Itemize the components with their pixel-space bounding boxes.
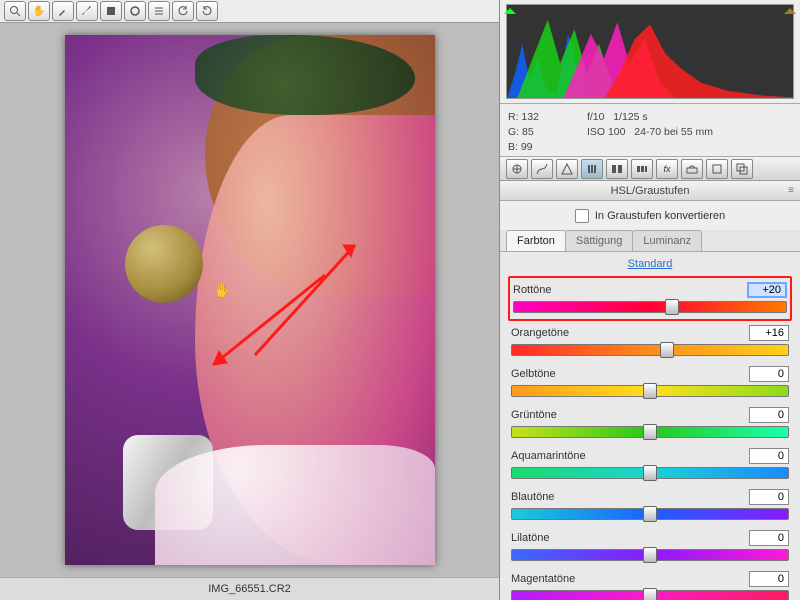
slider-track[interactable]	[511, 508, 789, 520]
square-icon[interactable]	[100, 1, 122, 21]
slider-thumb[interactable]	[643, 588, 657, 600]
histogram[interactable]	[500, 0, 800, 104]
meta-lens: 24-70 bei 55 mm	[634, 126, 713, 138]
slider-track[interactable]	[511, 385, 789, 397]
slider-list: Rottöne Orangetöne Gelbtöne Grüntöne Aquamar…	[500, 276, 800, 600]
highlight-clip-icon[interactable]	[784, 2, 796, 14]
meta-iso: ISO 100	[587, 126, 626, 138]
convert-grayscale-row[interactable]: In Graustufen konvertieren	[500, 201, 800, 230]
hand-icon[interactable]: ✋	[28, 1, 50, 21]
slider-label: Grüntöne	[511, 409, 557, 421]
basic-panel-icon[interactable]	[506, 159, 528, 179]
rotate-ccw-icon[interactable]	[172, 1, 194, 21]
filename-bar: IMG_66551.CR2	[0, 577, 499, 600]
lens-panel-icon[interactable]	[631, 159, 653, 179]
slider-thumb[interactable]	[643, 506, 657, 522]
hand-cursor-icon: ✋	[214, 282, 231, 299]
tab-luminance[interactable]: Luminanz	[632, 230, 702, 251]
slider-thumb[interactable]	[643, 547, 657, 563]
brush-icon[interactable]	[76, 1, 98, 21]
annotation-arrow-icon	[185, 235, 365, 385]
grayscale-label: In Graustufen konvertieren	[595, 210, 725, 222]
circle-icon[interactable]	[124, 1, 146, 21]
panel-title: HSL/Graustufen ≡	[500, 181, 800, 201]
slider-value-input[interactable]	[749, 407, 789, 423]
snapshot-panel-icon[interactable]	[731, 159, 753, 179]
slider-track[interactable]	[513, 301, 787, 313]
top-toolbar: ✋	[0, 0, 499, 23]
slider-label: Magentatöne	[511, 573, 575, 585]
slider-value-input[interactable]	[747, 282, 787, 298]
hsl-panel-icon[interactable]	[581, 159, 603, 179]
slider-track[interactable]	[511, 426, 789, 438]
slider-label: Orangetöne	[511, 327, 569, 339]
slider-row-4: Aquamarintöne	[508, 444, 792, 485]
meta-shutter: 1/125 s	[613, 111, 647, 123]
hsl-subtabs: Farbton Sättigung Luminanz	[500, 230, 800, 252]
slider-value-input[interactable]	[749, 448, 789, 464]
preview-image: ✋	[65, 35, 435, 565]
slider-thumb[interactable]	[643, 424, 657, 440]
metadata-row: R: 132 G: 85 B: 99 f/10 1/125 s ISO 100 …	[500, 104, 800, 157]
slider-thumb[interactable]	[643, 465, 657, 481]
slider-thumb[interactable]	[665, 299, 679, 315]
slider-value-input[interactable]	[749, 571, 789, 587]
slider-value-input[interactable]	[749, 366, 789, 382]
meta-g: G: 85	[508, 125, 539, 140]
filename-label: IMG_66551.CR2	[208, 583, 291, 595]
rotate-cw-icon[interactable]	[196, 1, 218, 21]
slider-row-6: Lilatöne	[508, 526, 792, 567]
slider-label: Blautöne	[511, 491, 554, 503]
slider-label: Aquamarintöne	[511, 450, 586, 462]
curve-panel-icon[interactable]	[531, 159, 553, 179]
slider-thumb[interactable]	[643, 383, 657, 399]
panel-menu-icon[interactable]: ≡	[788, 185, 794, 196]
zoom-icon[interactable]	[4, 1, 26, 21]
tab-saturation[interactable]: Sättigung	[565, 230, 633, 251]
preset-panel-icon[interactable]	[706, 159, 728, 179]
slider-track[interactable]	[511, 467, 789, 479]
slider-track[interactable]	[511, 590, 789, 600]
slider-track[interactable]	[511, 549, 789, 561]
slider-label: Lilatöne	[511, 532, 550, 544]
slider-row-5: Blautöne	[508, 485, 792, 526]
tab-hue[interactable]: Farbton	[506, 230, 566, 251]
grayscale-checkbox[interactable]	[575, 209, 589, 223]
panel-title-label: HSL/Graustufen	[611, 185, 690, 197]
slider-track[interactable]	[511, 344, 789, 356]
slider-value-input[interactable]	[749, 489, 789, 505]
list-icon[interactable]	[148, 1, 170, 21]
eyedropper-icon[interactable]	[52, 1, 74, 21]
default-link[interactable]: Standard	[628, 258, 673, 270]
slider-row-2: Gelbtöne	[508, 362, 792, 403]
side-panel: R: 132 G: 85 B: 99 f/10 1/125 s ISO 100 …	[499, 0, 800, 600]
slider-row-1: Orangetöne	[508, 321, 792, 362]
meta-aperture: f/10	[587, 111, 605, 123]
detail-panel-icon[interactable]	[556, 159, 578, 179]
meta-r: R: 132	[508, 110, 539, 125]
slider-label: Gelbtöne	[511, 368, 556, 380]
image-viewer[interactable]: ✋	[0, 23, 499, 577]
panel-tabs-row: fx	[500, 157, 800, 181]
slider-value-input[interactable]	[749, 530, 789, 546]
camera-panel-icon[interactable]	[681, 159, 703, 179]
split-panel-icon[interactable]	[606, 159, 628, 179]
slider-label: Rottöne	[513, 284, 552, 296]
shadow-clip-icon[interactable]	[504, 2, 516, 14]
slider-thumb[interactable]	[660, 342, 674, 358]
fx-panel-icon[interactable]: fx	[656, 159, 678, 179]
slider-row-3: Grüntöne	[508, 403, 792, 444]
slider-row-7: Magentatöne	[508, 567, 792, 600]
slider-row-0: Rottöne	[508, 276, 792, 321]
meta-b: B: 99	[508, 140, 539, 155]
slider-value-input[interactable]	[749, 325, 789, 341]
